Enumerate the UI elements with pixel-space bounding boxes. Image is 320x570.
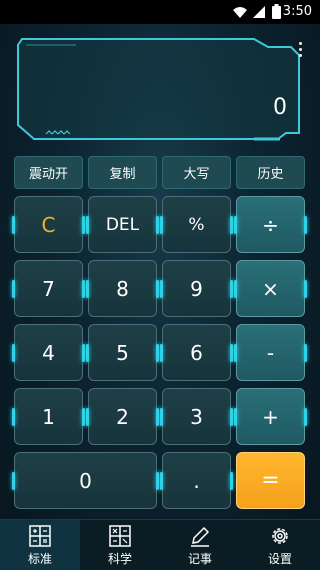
tab-scientific[interactable]: 科学 (80, 520, 160, 570)
history-button[interactable]: 历史 (236, 156, 305, 189)
key-3[interactable]: 3 (160, 388, 233, 445)
tab-standard-label: 标准 (27, 552, 52, 566)
display-value: 0 (273, 95, 287, 120)
tab-notes[interactable]: 记事 (160, 520, 240, 570)
battery-icon (272, 4, 281, 19)
key-1[interactable]: 1 (12, 388, 85, 445)
calculator-display: 0 (16, 37, 305, 141)
status-time: 3:50 (282, 4, 312, 19)
percent-key[interactable]: % (160, 196, 233, 253)
equals-key[interactable]: = (236, 452, 305, 509)
clear-key[interactable]: C (12, 196, 85, 253)
more-menu-icon[interactable] (299, 42, 303, 60)
tab-standard[interactable]: 标准 (0, 520, 80, 570)
plus-key[interactable]: + (234, 388, 307, 445)
key-9[interactable]: 9 (160, 260, 233, 317)
key-7[interactable]: 7 (12, 260, 85, 317)
gear-icon (272, 528, 288, 544)
scientific-calculator-icon (109, 525, 131, 547)
tab-notes-label: 记事 (187, 552, 212, 566)
key-6[interactable]: 6 (160, 324, 233, 381)
vibration-toggle-button[interactable]: 震动开 (14, 156, 83, 189)
signal-icon (253, 6, 265, 18)
standard-calculator-icon (29, 525, 51, 547)
tab-scientific-label: 科学 (107, 552, 132, 566)
status-bar: 3:50 (0, 0, 320, 24)
tab-settings-label: 设置 (267, 552, 292, 566)
divide-key[interactable]: ÷ (234, 196, 307, 253)
copy-button[interactable]: 复制 (88, 156, 157, 189)
key-0[interactable]: 0 (12, 452, 159, 509)
display-frame (17, 38, 300, 141)
uppercase-button[interactable]: 大写 (162, 156, 231, 189)
key-4[interactable]: 4 (12, 324, 85, 381)
minus-key[interactable]: - (234, 324, 307, 381)
key-8[interactable]: 8 (86, 260, 159, 317)
tab-settings[interactable]: 设置 (240, 520, 320, 570)
decimal-key[interactable]: . (160, 452, 233, 509)
multiply-key[interactable]: × (234, 260, 307, 317)
bottom-tab-bar: 标准 科学 记事 设置 (0, 519, 320, 570)
wifi-icon (233, 7, 247, 18)
key-2[interactable]: 2 (86, 388, 159, 445)
key-5[interactable]: 5 (86, 324, 159, 381)
pencil-icon (191, 526, 210, 547)
delete-key[interactable]: DEL (86, 196, 159, 253)
